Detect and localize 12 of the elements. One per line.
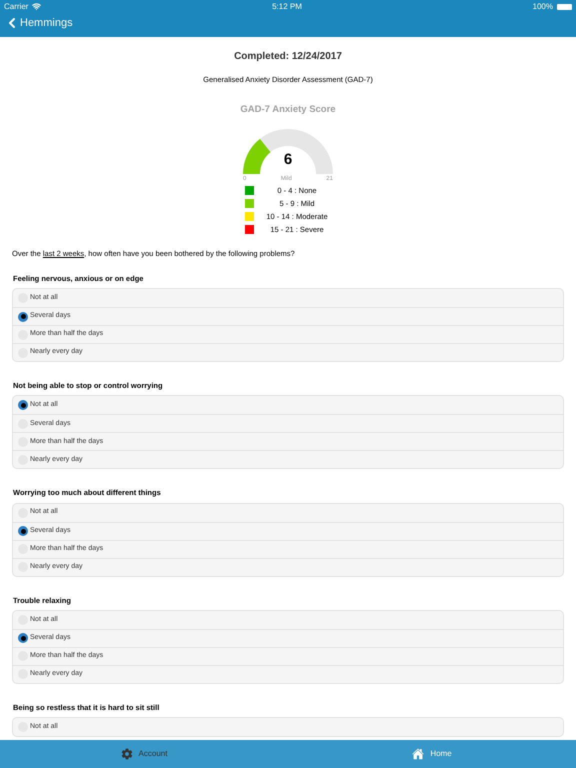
gear-icon [120,748,133,760]
wifi-icon [32,2,42,11]
carrier-label: Carrier [4,0,28,12]
battery-label: 100% [532,0,553,12]
completed-date: Completed: 12/24/2017 [234,50,342,64]
status-time: 5:12 PM [272,0,302,12]
gauge-value: 6 [282,152,294,166]
gauge-title: GAD-7 Anxiety Score [240,103,336,118]
battery-icon [557,4,572,10]
tab-item[interactable]: Account [0,740,288,768]
home-icon [412,748,424,760]
back-button[interactable]: Hemmings [4,15,73,32]
